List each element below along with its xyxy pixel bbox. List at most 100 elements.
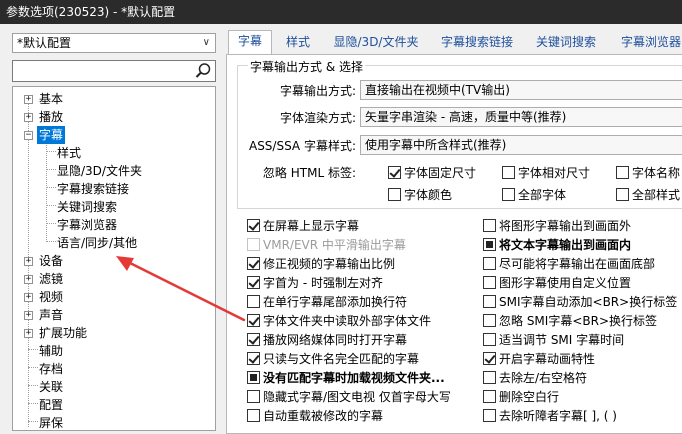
settings-tree: + 基本 + 播放 − 字幕 样式 显隐/3D/文件夹 字幕搜索链接 关键词搜索… <box>12 86 216 431</box>
ass-style-select[interactable]: 使用字幕中所含样式(推荐) <box>360 135 682 155</box>
smi-ignore-br-checkbox[interactable]: 忽略 SMI字幕<BR>换行标签 <box>483 313 657 329</box>
smi-add-br-checkbox[interactable]: SMI字幕自动添加<BR>换行标签 <box>483 294 677 310</box>
checkbox-checked-icon <box>247 333 260 346</box>
checkbox-icon <box>483 409 496 422</box>
ignore-all-fonts-checkbox[interactable]: 全部字体 <box>502 187 566 203</box>
network-subtitle-checkbox[interactable]: 播放网络媒体同时打开字幕 <box>247 332 407 348</box>
show-subtitles-checkbox[interactable]: 在屏幕上显示字幕 <box>247 218 359 234</box>
checkbox-checked-icon <box>247 314 260 327</box>
exact-match-checkbox[interactable]: 只读与文件名完全匹配的字幕 <box>247 351 419 367</box>
checkbox-icon <box>483 219 496 232</box>
search-icon[interactable] <box>194 62 212 80</box>
render-mode-label: 字体渲染方式: <box>279 111 356 125</box>
ignore-relative-size-checkbox[interactable]: 字体相对尺寸 <box>502 165 590 181</box>
expand-icon[interactable]: + <box>24 113 33 122</box>
bottom-output-checkbox[interactable]: 尽可能将字幕输出在画面底部 <box>483 256 655 272</box>
graphic-outside-checkbox[interactable]: 将图形字幕输出到画面外 <box>483 218 631 234</box>
profile-dropdown-value: *默认配置 <box>17 36 72 50</box>
ignore-all-styles-checkbox[interactable]: 全部样式 <box>616 187 680 203</box>
checkbox-icon <box>616 188 629 201</box>
animation-checkbox[interactable]: 开启字幕动画特性 <box>483 351 595 367</box>
chevron-down-icon: ∨ <box>202 37 210 48</box>
tab-bar: 字幕 样式 显隐/3D/文件夹 字幕搜索链接 关键词搜索 字幕浏览器 <box>226 30 682 55</box>
text-inside-checkbox[interactable]: 将文本字幕输出到画面内 <box>483 237 631 253</box>
ignore-html-label: 忽略 HTML 标签: <box>262 166 356 180</box>
checkbox-icon <box>502 188 515 201</box>
expand-icon[interactable]: + <box>24 293 33 302</box>
tab-browser[interactable]: 字幕浏览器 <box>612 32 682 54</box>
tree-item-show-hide[interactable]: 显隐/3D/文件夹 <box>57 162 142 180</box>
tab-search-link[interactable]: 字幕搜索链接 <box>432 32 522 54</box>
expand-icon[interactable]: + <box>24 95 33 104</box>
tree-item-storage[interactable]: 存档 <box>39 360 63 378</box>
load-folder-checkbox[interactable]: 没有匹配字幕时加载视频文件夹... <box>247 370 445 386</box>
single-line-newline-checkbox[interactable]: 在单行字幕尾部添加换行符 <box>247 294 407 310</box>
ignore-font-color-checkbox[interactable]: 字体颜色 <box>388 187 452 203</box>
external-font-checkbox[interactable]: 字体文件夹中读取外部字体文件 <box>247 313 431 329</box>
checkbox-icon <box>483 390 496 403</box>
checkbox-icon <box>502 166 515 179</box>
remove-hearing-impaired-checkbox[interactable]: 去除听障者字幕[ ], ( ) <box>483 408 617 424</box>
vmr-smooth-checkbox: VMR/EVR 中平滑输出字幕 <box>247 237 406 253</box>
tab-show-hide[interactable]: 显隐/3D/文件夹 <box>326 32 426 54</box>
render-mode-select[interactable]: 矢量字串渲染 - 高速，质量中等(推荐) <box>360 107 682 127</box>
ignore-font-name-checkbox[interactable]: 字体名称 <box>616 165 680 181</box>
tab-keyword[interactable]: 关键词搜索 <box>530 32 602 54</box>
window-title: 参数选项(230523) - *默认配置 <box>0 0 682 24</box>
output-mode-label: 字幕输出方式: <box>279 84 356 98</box>
checkbox-icon <box>247 409 260 422</box>
checkbox-icon <box>483 276 496 289</box>
checkbox-checked-icon <box>247 276 260 289</box>
ignore-fixed-size-checkbox[interactable]: 字体固定尺寸 <box>388 165 476 181</box>
expand-icon[interactable]: + <box>24 275 33 284</box>
checkbox-checked-icon <box>247 219 260 232</box>
auto-reload-checkbox[interactable]: 自动重载被修改的字幕 <box>247 408 383 424</box>
search-field[interactable] <box>12 60 216 82</box>
subtitle-panel: 字幕输出方式 & 选择 字幕输出方式: 直接输出在视频中(TV输出) 字体渲染方… <box>226 54 682 434</box>
checkbox-icon <box>388 188 401 201</box>
tab-style[interactable]: 样式 <box>278 32 318 54</box>
tree-item-screensaver[interactable]: 屏保 <box>39 414 63 430</box>
tree-item-browser[interactable]: 字幕浏览器 <box>57 216 117 234</box>
collapse-icon[interactable]: − <box>24 131 33 140</box>
checkbox-icon <box>483 371 496 384</box>
tree-item-style[interactable]: 样式 <box>57 144 81 162</box>
tree-item-assist[interactable]: 辅助 <box>39 342 63 360</box>
checkbox-indeterminate-icon <box>247 371 260 384</box>
checkbox-checked-icon <box>247 352 260 365</box>
tree-item-lang[interactable]: 语言/同步/其他 <box>57 234 137 252</box>
checkbox-disabled-icon <box>247 238 260 251</box>
checkbox-icon <box>247 390 260 403</box>
expand-icon[interactable]: + <box>24 329 33 338</box>
tree-item-assoc[interactable]: 关联 <box>39 378 63 396</box>
tab-subtitle[interactable]: 字幕 <box>228 30 272 55</box>
custom-position-checkbox[interactable]: 图形字幕使用自定义位置 <box>483 275 631 291</box>
closed-caption-checkbox[interactable]: 隐藏式字幕/图文电视 仅首字母大写 <box>247 389 451 405</box>
checkbox-icon <box>483 333 496 346</box>
tree-item-keyword[interactable]: 关键词搜索 <box>57 198 117 216</box>
checkbox-icon <box>616 166 629 179</box>
checkbox-checked-icon <box>388 166 401 179</box>
trim-spaces-checkbox[interactable]: 去除左/右空格符 <box>483 370 587 386</box>
checkbox-icon <box>483 295 496 308</box>
output-mode-select[interactable]: 直接输出在视频中(TV输出) <box>360 80 682 100</box>
tree-item-config[interactable]: 配置 <box>39 396 63 414</box>
search-input[interactable] <box>13 61 189 81</box>
checkbox-icon <box>483 314 496 327</box>
checkbox-icon <box>483 257 496 270</box>
output-group: 字幕输出方式 & 选择 字幕输出方式: 直接输出在视频中(TV输出) 字体渲染方… <box>237 58 682 209</box>
remove-blank-lines-checkbox[interactable]: 删除空白行 <box>483 389 559 405</box>
checkbox-indeterminate-icon <box>483 238 496 251</box>
expand-icon[interactable]: + <box>24 257 33 266</box>
expand-icon[interactable]: + <box>24 311 33 320</box>
checkbox-checked-icon <box>247 257 260 270</box>
checkbox-checked-icon <box>483 352 496 365</box>
checkbox-icon <box>247 295 260 308</box>
smi-time-adjust-checkbox[interactable]: 适当调节 SMI 字幕时间 <box>483 332 624 348</box>
tree-item-search-link[interactable]: 字幕搜索链接 <box>57 180 129 198</box>
fix-aspect-checkbox[interactable]: 修正视频的字幕输出比例 <box>247 256 395 272</box>
dash-left-align-checkbox[interactable]: 字首为 - 时强制左对齐 <box>247 275 383 291</box>
output-group-title: 字幕输出方式 & 选择 <box>248 58 365 75</box>
ass-style-label: ASS/SSA 字幕样式: <box>248 139 356 153</box>
profile-dropdown[interactable]: *默认配置 ∨ <box>12 33 216 53</box>
